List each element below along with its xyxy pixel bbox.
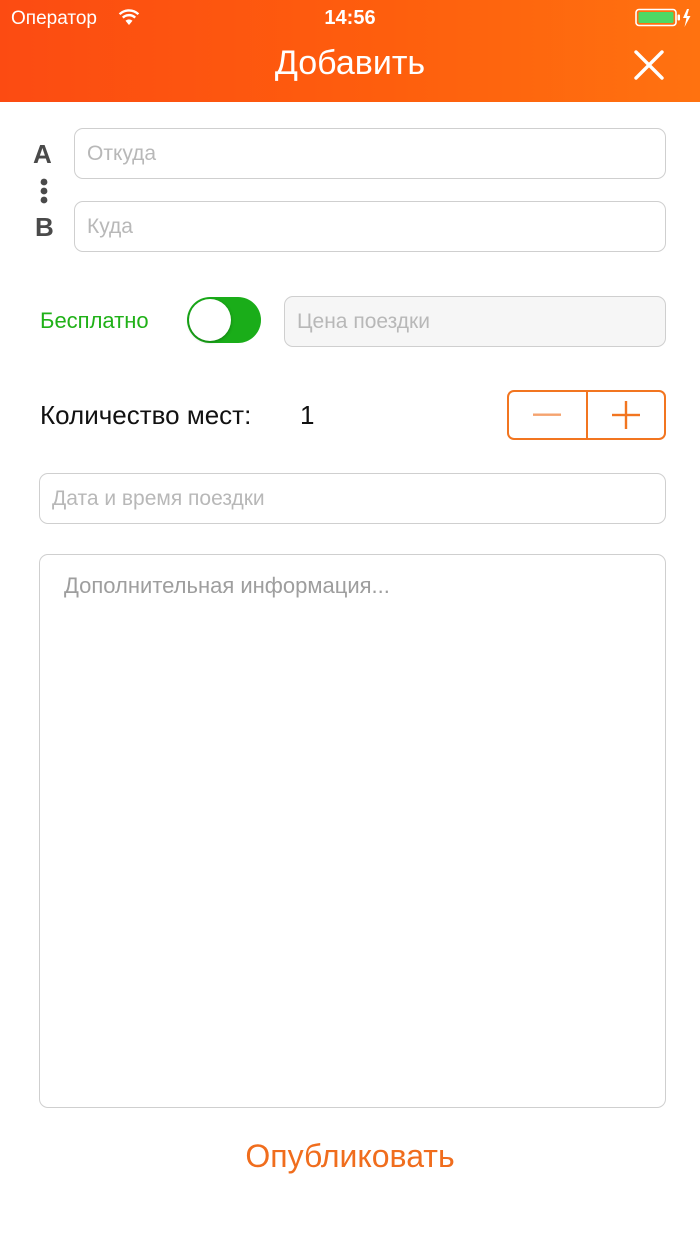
clock: 14:56	[324, 7, 376, 29]
additional-info-textarea[interactable]: Дополнительная информация...	[39, 554, 666, 1108]
origin-marker: A	[33, 139, 52, 169]
close-icon	[634, 50, 664, 80]
publish-button[interactable]: Опубликовать	[0, 1138, 700, 1175]
free-label: Бесплатно	[40, 308, 149, 333]
close-button[interactable]	[626, 42, 672, 88]
datetime-placeholder: Дата и время поездки	[52, 486, 265, 510]
battery-charging-icon	[635, 8, 695, 34]
increment-button[interactable]	[588, 392, 665, 438]
from-placeholder: Откуда	[87, 141, 157, 165]
to-placeholder: Куда	[87, 214, 133, 238]
additional-info-placeholder: Дополнительная информация...	[64, 573, 390, 598]
datetime-input[interactable]: Дата и время поездки	[39, 473, 666, 524]
route-dots-icon	[39, 178, 49, 211]
page-title: Добавить	[274, 44, 426, 82]
plus-icon	[611, 401, 640, 429]
minus-icon	[533, 413, 562, 416]
to-input[interactable]: Куда	[74, 201, 666, 252]
header-bar: Оператор 14:56 Добавить	[0, 0, 700, 102]
free-toggle[interactable]	[187, 297, 261, 343]
seats-value: 1	[300, 400, 315, 430]
status-bar: Оператор 14:56	[0, 0, 700, 36]
from-input[interactable]: Откуда	[74, 128, 666, 179]
toggle-knob	[189, 299, 231, 341]
destination-marker: B	[35, 212, 54, 242]
price-placeholder: Цена поездки	[297, 309, 430, 333]
seats-stepper	[507, 390, 666, 440]
decrement-button[interactable]	[509, 392, 586, 438]
seats-label: Количество мест:	[40, 400, 252, 430]
price-input[interactable]: Цена поездки	[284, 296, 666, 347]
